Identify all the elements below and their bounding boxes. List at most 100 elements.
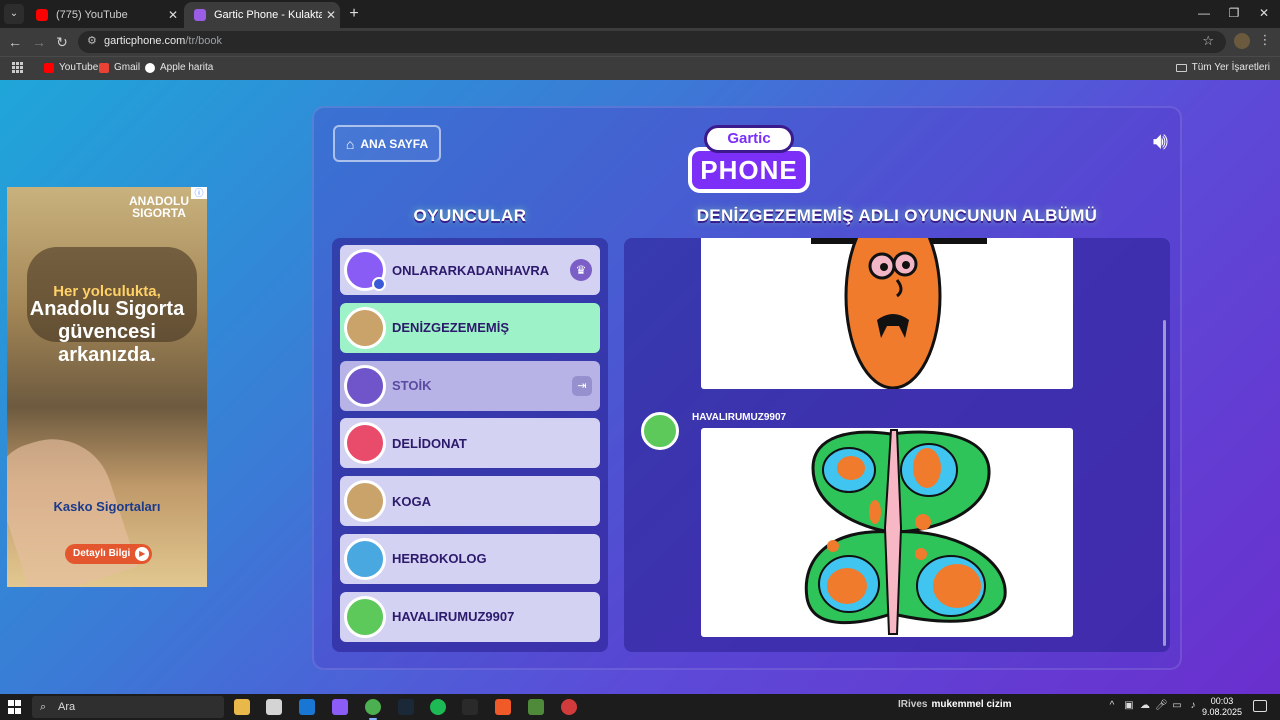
apps-grid-icon[interactable] (12, 62, 23, 73)
butterfly-drawing (804, 429, 1007, 635)
gartic-favicon-icon (194, 9, 206, 21)
address-bar[interactable]: ⚙ garticphone.com/tr/book ☆ (78, 31, 1226, 53)
player-item[interactable]: STOİK ⇥ (340, 360, 600, 411)
outlook-icon[interactable] (299, 699, 315, 715)
url-text[interactable]: garticphone.com/tr/book (104, 35, 222, 47)
search-icon: ⌕ (40, 701, 47, 713)
gmail-icon (99, 62, 109, 73)
clock-date: 9.08.2025 (1201, 707, 1243, 717)
user-badge-icon (372, 277, 386, 291)
bookmark-label: Apple harita (160, 62, 214, 73)
browser-menu-icon[interactable]: ⋮ (1258, 32, 1272, 48)
exit-icon: ⇥ (572, 375, 592, 396)
player-avatar (344, 480, 386, 523)
youtube-favicon-icon (36, 9, 48, 21)
url-host: garticphone.com (104, 35, 186, 47)
drawing-canvas (701, 428, 1073, 637)
site-info-icon[interactable]: ⚙ (87, 34, 97, 47)
speaker-icon[interactable]: 🔊︎ (1153, 128, 1168, 156)
windows-start-icon[interactable] (8, 700, 22, 714)
microphone-icon[interactable]: 🎤︎ (1155, 700, 1168, 711)
play-icon: ▶ (135, 547, 150, 561)
store-icon[interactable] (266, 699, 282, 715)
player-avatar (344, 537, 386, 580)
ad-cta-button[interactable]: Detaylı Bilgi ▶ (65, 544, 153, 564)
folder-icon (1175, 63, 1187, 72)
reload-icon[interactable]: ↻ (53, 34, 71, 51)
bookmark-apple-maps[interactable]: Apple harita (145, 62, 213, 73)
album-heading: DENİZGEZEMEMİŞ ADLI OYUNCUNUN ALBÜMÜ (696, 206, 1098, 225)
file-explorer-icon[interactable] (234, 699, 250, 715)
obs-icon[interactable] (561, 699, 577, 715)
player-name: DELİDONAT (392, 435, 467, 451)
egg-face-drawing (811, 238, 987, 389)
cloud-icon[interactable]: ☁ (1139, 700, 1151, 711)
back-icon[interactable]: ← (6, 34, 24, 50)
tab-title: (775) YouTube (56, 9, 128, 21)
tray-expand-icon[interactable]: ^ (1106, 700, 1118, 711)
minecraft-icon[interactable] (528, 699, 544, 715)
ad-cta-label: Detaylı Bilgi (73, 548, 131, 559)
minimize-icon[interactable]: — (1194, 6, 1214, 20)
epic-games-icon[interactable] (462, 699, 478, 715)
ad-info-icon[interactable]: ⓘ (191, 187, 207, 199)
player-name: ONLARARKADANHAVRA (392, 262, 550, 278)
drawing-canvas (701, 238, 1073, 389)
player-avatar (344, 364, 386, 407)
app-icon[interactable] (495, 699, 511, 715)
bookmark-star-icon[interactable]: ☆ (1202, 33, 1214, 49)
player-item[interactable]: DELİDONAT (340, 418, 600, 469)
network-icon[interactable]: ▭ (1171, 700, 1183, 711)
player-avatar (344, 595, 386, 638)
crown-icon: ♛ (570, 259, 592, 281)
ad-brand-logo: ANADOLU SIGORTA (129, 195, 189, 219)
player-item[interactable]: HERBOKOLOG (340, 533, 600, 584)
notification-user: IRives (898, 699, 928, 710)
player-item[interactable]: KOGA (340, 476, 600, 527)
volume-icon[interactable]: ♪ (1187, 700, 1199, 711)
tray-app-icon[interactable]: ▣ (1123, 700, 1135, 711)
player-item[interactable]: ONLARARKADANHAVRA ♛ (340, 245, 600, 295)
steam-icon[interactable] (398, 699, 414, 715)
taskbar-search-label: Ara (58, 701, 76, 713)
tab-gartic-phone[interactable]: Gartic Phone - Kulaktan Kulağa ✕ (184, 2, 340, 28)
bookmark-youtube[interactable]: YouTube (44, 62, 98, 73)
spotify-icon[interactable] (430, 699, 446, 715)
profile-avatar[interactable] (1234, 33, 1250, 49)
notifications-icon[interactable] (1253, 700, 1267, 712)
notification-text: mukemmel cizim (931, 699, 1012, 710)
restore-icon[interactable]: ❐ (1224, 6, 1244, 20)
bookmarks-bar: YouTube Gmail Apple harita Tüm Yer İşare… (0, 56, 1280, 80)
chrome-icon[interactable] (365, 699, 381, 720)
album-scrollbar[interactable] (1163, 320, 1166, 646)
tab-youtube[interactable]: (775) YouTube ✕ (26, 2, 182, 28)
new-tab-icon[interactable]: + (346, 5, 362, 23)
ad-banner[interactable]: ⓘ ANADOLU SIGORTA Her yolculukta, Anadol… (7, 187, 207, 587)
player-name: DENİZGEZEMEMİŞ (392, 320, 510, 336)
system-clock[interactable]: 00:03 9.08.2025 (1200, 696, 1244, 718)
close-window-icon[interactable]: ✕ (1254, 6, 1274, 20)
page-viewport: ⓘ ANADOLU SIGORTA Her yolculukta, Anadol… (0, 80, 1280, 694)
close-tab-icon[interactable]: ✕ (164, 8, 182, 22)
player-avatar (344, 422, 386, 465)
forward-icon[interactable]: → (30, 34, 48, 50)
author-avatar (641, 412, 679, 450)
bookmark-label: YouTube (59, 62, 99, 73)
close-tab-icon[interactable]: ✕ (322, 8, 340, 22)
tab-search-button[interactable]: ⌄ (4, 4, 24, 24)
apple-icon (145, 62, 155, 73)
youtube-icon (44, 62, 54, 73)
bookmark-gmail[interactable]: Gmail (99, 62, 140, 73)
game-panel: ⌂ ANA SAYFA PHONE Gartic 🔊︎ OYUNCULAR DE… (312, 106, 1182, 670)
messenger-icon[interactable] (332, 699, 348, 715)
all-bookmarks[interactable]: Tüm Yer İşaretleri (1175, 62, 1270, 73)
all-bookmarks-label: Tüm Yer İşaretleri (1191, 62, 1270, 73)
bookmark-label: Gmail (114, 62, 141, 73)
address-toolbar: ← → ↻ ⚙ garticphone.com/tr/book ☆ ⋮ (0, 28, 1280, 56)
player-item[interactable]: HAVALIRUMUZ9907 (340, 591, 600, 642)
player-item[interactable]: DENİZGEZEMEMİŞ (340, 302, 600, 353)
url-path: /tr/book (185, 35, 223, 47)
album-feed[interactable]: HAVALIRUMUZ9907 (624, 238, 1170, 652)
home-button[interactable]: ⌂ ANA SAYFA (333, 125, 441, 162)
taskbar-search[interactable]: ⌕ Ara (32, 696, 224, 718)
